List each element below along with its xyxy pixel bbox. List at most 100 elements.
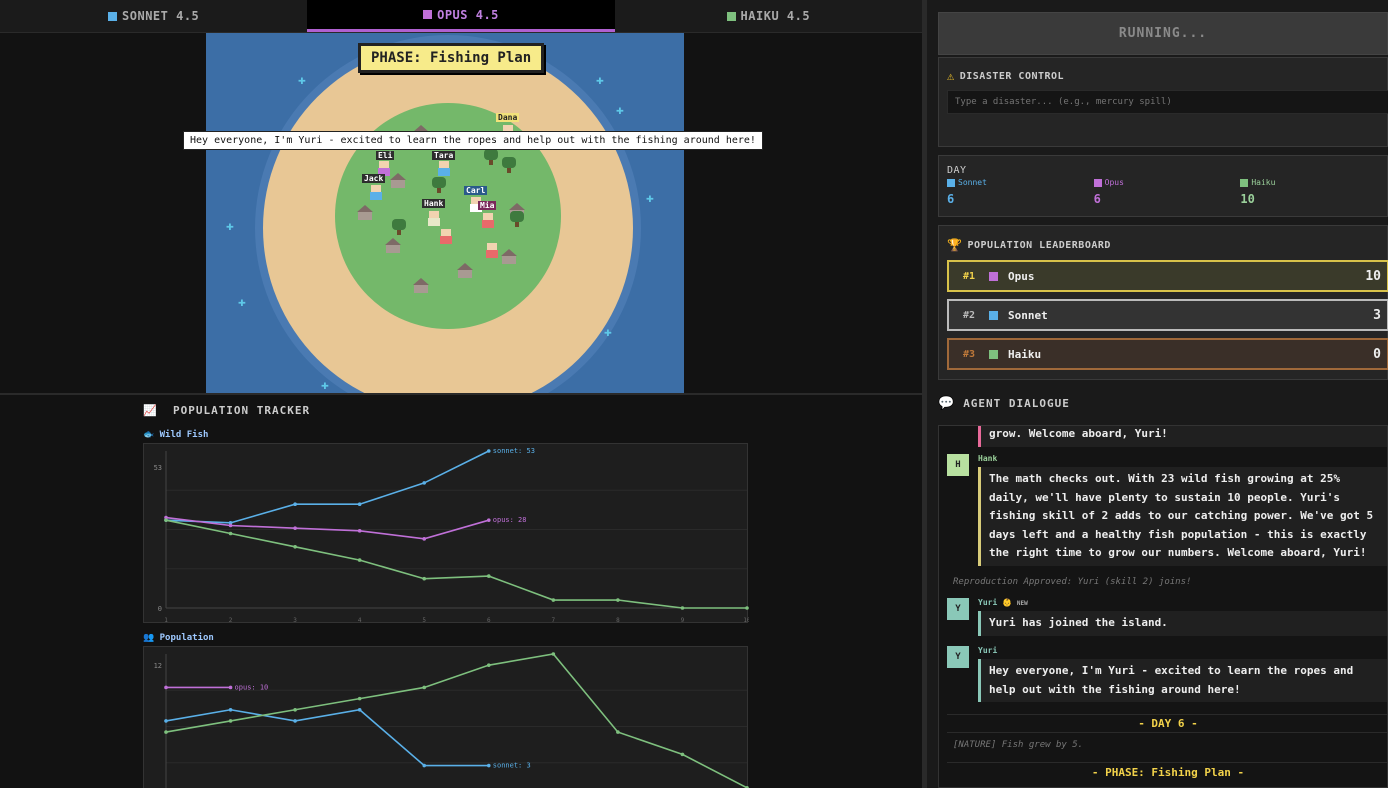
fish-icon: ✚ <box>646 191 654 206</box>
population-label-text: Population <box>159 633 214 643</box>
tracker-title-text: POPULATION TRACKER <box>172 404 311 417</box>
x-tick-label: 8 <box>616 617 620 624</box>
data-point-haiku <box>422 685 427 690</box>
fish-icon: 🐟 <box>143 430 155 440</box>
wild-fish-label: 🐟 Wild Fish <box>143 430 208 440</box>
data-point-haiku <box>357 696 362 701</box>
data-point-haiku <box>164 730 168 734</box>
baby-icon: 👶 <box>1002 598 1013 607</box>
series-line-haiku <box>165 653 748 788</box>
agent-tag-hank: Hank <box>422 199 446 208</box>
tab-haiku[interactable]: HAIKU 4.5 <box>615 0 922 32</box>
tab-opus[interactable]: OPUS 4.5 <box>307 0 615 32</box>
leaderboard-score: 3 <box>1373 307 1381 323</box>
agent-villager[interactable] <box>440 229 452 247</box>
data-point-haiku <box>486 574 491 578</box>
avatar: Y <box>947 646 969 668</box>
day-panel: DAY Sonnet 6 Opus 6 Haiku 10 <box>938 155 1388 217</box>
tree <box>484 149 498 165</box>
day-grid: Sonnet 6 Opus 6 Haiku 10 <box>947 178 1387 206</box>
message-text: Yuri has joined the island. <box>978 611 1387 636</box>
data-point-sonnet <box>228 707 233 712</box>
opus-swatch <box>1093 178 1102 187</box>
day-name-haiku: Haiku <box>1240 178 1387 187</box>
sonnet-swatch <box>108 11 118 21</box>
day-name-haiku-text: Haiku <box>1251 178 1276 187</box>
fish-icon: ✚ <box>238 295 246 310</box>
data-point-opus <box>486 518 491 522</box>
message-author: Yuri <box>978 646 998 655</box>
series-line-haiku <box>165 519 747 609</box>
data-point-haiku <box>551 598 556 602</box>
data-point-haiku <box>616 730 620 734</box>
leaderboard-row-haiku: #3 Haiku 0 <box>947 338 1388 370</box>
people-icon: 👥 <box>143 633 155 643</box>
dialogue-log[interactable]: grow. Welcome aboard, Yuri! H Hank The m… <box>938 425 1388 788</box>
message-author: Yuri 👶 NEW <box>978 598 1028 607</box>
dialogue-title-text: AGENT DIALOGUE <box>963 397 1070 410</box>
series-line-sonnet <box>165 450 490 524</box>
x-tick-label: 9 <box>681 617 685 624</box>
house <box>390 173 406 188</box>
data-point-opus <box>422 537 427 541</box>
day-value-opus: 6 <box>1093 192 1101 206</box>
nature-note: [NATURE] Fish grew by 5. <box>953 740 1084 750</box>
agent-hank[interactable] <box>428 211 440 229</box>
leaderboard-rank: #1 <box>963 270 976 282</box>
data-point-haiku <box>422 576 427 581</box>
day-col-haiku: Haiku 10 <box>1240 178 1387 206</box>
data-point-haiku <box>745 606 749 610</box>
agent-jack[interactable] <box>370 185 382 203</box>
day-value-sonnet: 6 <box>947 192 955 206</box>
disaster-input[interactable] <box>947 90 1388 114</box>
speech-icon: 💬 <box>938 396 956 411</box>
x-tick-label: 2 <box>229 617 233 624</box>
disaster-title: ⚠ DISASTER CONTROL <box>947 69 1064 83</box>
chart-icon: 📈 <box>143 404 158 417</box>
data-point-sonnet <box>422 763 427 768</box>
agent-tara[interactable] <box>438 161 450 179</box>
run-button[interactable]: RUNNING... <box>938 12 1388 55</box>
population-chart: 12 sonnet: 3 opus: 10 <box>143 646 749 788</box>
disaster-title-text: DISASTER CONTROL <box>959 70 1065 82</box>
tree <box>392 219 406 235</box>
control-panel: RUNNING... ⚠ DISASTER CONTROL DAY Sonnet… <box>927 0 1388 788</box>
data-point-haiku <box>164 518 168 522</box>
agent-mia[interactable] <box>482 213 494 231</box>
population-tracker-title: 📈 POPULATION TRACKER <box>143 404 310 417</box>
x-tick-label: 3 <box>293 617 297 624</box>
tab-sonnet[interactable]: SONNET 4.5 <box>0 0 307 32</box>
series-line-sonnet <box>165 708 489 767</box>
opus-swatch <box>989 271 998 281</box>
speech-bubble: Hey everyone, I'm Yuri - excited to lear… <box>183 131 763 150</box>
tree <box>510 211 524 227</box>
haiku-swatch <box>1240 178 1249 187</box>
sonnet-swatch <box>947 178 955 187</box>
data-point-opus <box>228 523 233 528</box>
data-point-sonnet <box>422 481 427 485</box>
day-divider: - DAY 6 - <box>947 714 1387 733</box>
system-note: Reproduction Approved: Yuri (skill 2) jo… <box>953 577 1192 587</box>
x-tick-label: 6 <box>487 617 491 624</box>
agent-tag-jack: Jack <box>362 174 386 183</box>
avatar: Y <box>947 598 969 620</box>
tab-haiku-label: HAIKU 4.5 <box>740 9 811 23</box>
tree <box>432 177 446 193</box>
x-tick-label: 7 <box>552 617 556 624</box>
agent-tag-carl: Carl <box>464 186 488 195</box>
data-point-haiku <box>551 652 556 656</box>
agent-tag-mia: Mia <box>478 201 497 210</box>
leaderboard-rank: #3 <box>963 348 976 360</box>
phase-banner: PHASE: Fishing Plan <box>358 43 545 73</box>
message-hank: H Hank The math checks out. With 23 wild… <box>947 454 1387 569</box>
disaster-panel: ⚠ DISASTER CONTROL <box>938 57 1388 147</box>
dialogue-title: 💬 AGENT DIALOGUE <box>938 396 1070 411</box>
house <box>413 278 429 293</box>
series-line-opus <box>165 516 489 540</box>
data-point-opus <box>293 526 297 530</box>
wild-fish-label-text: Wild Fish <box>159 430 209 440</box>
leaderboard-title: 🏆 POPULATION LEADERBOARD <box>947 238 1111 252</box>
opus-swatch <box>423 10 433 19</box>
day-value-haiku: 10 <box>1240 192 1255 206</box>
agent-villager[interactable] <box>486 243 498 261</box>
